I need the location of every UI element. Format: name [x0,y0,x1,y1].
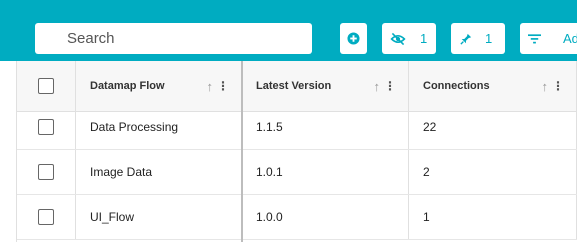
column-label: Connections [423,80,490,92]
filter-button[interactable]: Ad [520,23,577,54]
search-input[interactable]: Search [35,23,312,54]
row-select-cell [17,195,76,239]
connections-cell: 1 [409,195,577,239]
select-all-cell [17,61,76,111]
row-checkbox[interactable] [38,119,54,135]
pinned-columns-button[interactable]: 1 [451,23,505,54]
pin-icon [460,33,472,45]
table-row[interactable]: Data Processing 1.1.5 22 [17,105,577,150]
sort-arrow-icon[interactable]: ↑ [374,79,381,94]
column-header-connections[interactable]: Connections ↑ ⋮ [409,61,577,111]
flow-cell: Image Data [76,150,242,194]
select-all-checkbox[interactable] [38,78,54,94]
pinned-column-divider[interactable] [241,61,243,242]
table-row[interactable]: UI_Flow 1.0.0 1 [17,195,577,240]
row-checkbox[interactable] [38,164,54,180]
flow-cell: Data Processing [76,105,242,149]
column-label: Datamap Flow [90,80,165,92]
plus-circle-icon [347,32,360,45]
row-checkbox[interactable] [38,209,54,225]
data-grid: Datamap Flow ↑ ⋮ Latest Version ↑ ⋮ Conn… [16,61,577,242]
sort-arrow-icon[interactable]: ↑ [207,79,214,94]
pinned-count: 1 [485,31,493,46]
hidden-columns-button[interactable]: 1 [382,23,436,54]
connections-cell: 22 [409,105,577,149]
column-label: Latest Version [256,80,332,92]
version-cell: 1.1.5 [242,105,409,149]
sort-arrow-icon[interactable]: ↑ [542,79,549,94]
row-select-cell [17,105,76,149]
row-select-cell [17,150,76,194]
version-cell: 1.0.1 [242,150,409,194]
search-placeholder: Search [67,30,115,47]
version-cell: 1.0.0 [242,195,409,239]
table-row[interactable]: Image Data 1.0.1 2 [17,150,577,195]
flow-cell: UI_Flow [76,195,242,239]
column-menu-icon[interactable]: ⋮ [552,79,564,93]
hidden-count: 1 [420,31,428,46]
filter-label: Ad [563,31,577,46]
column-menu-icon[interactable]: ⋮ [217,79,229,93]
connections-cell: 2 [409,150,577,194]
column-menu-icon[interactable]: ⋮ [384,79,396,93]
column-header-latest-version[interactable]: Latest Version ↑ ⋮ [242,61,409,111]
add-button[interactable] [340,23,367,54]
filter-icon [528,33,541,43]
eye-off-icon [390,32,406,45]
column-header-datamap-flow[interactable]: Datamap Flow ↑ ⋮ [76,61,242,111]
